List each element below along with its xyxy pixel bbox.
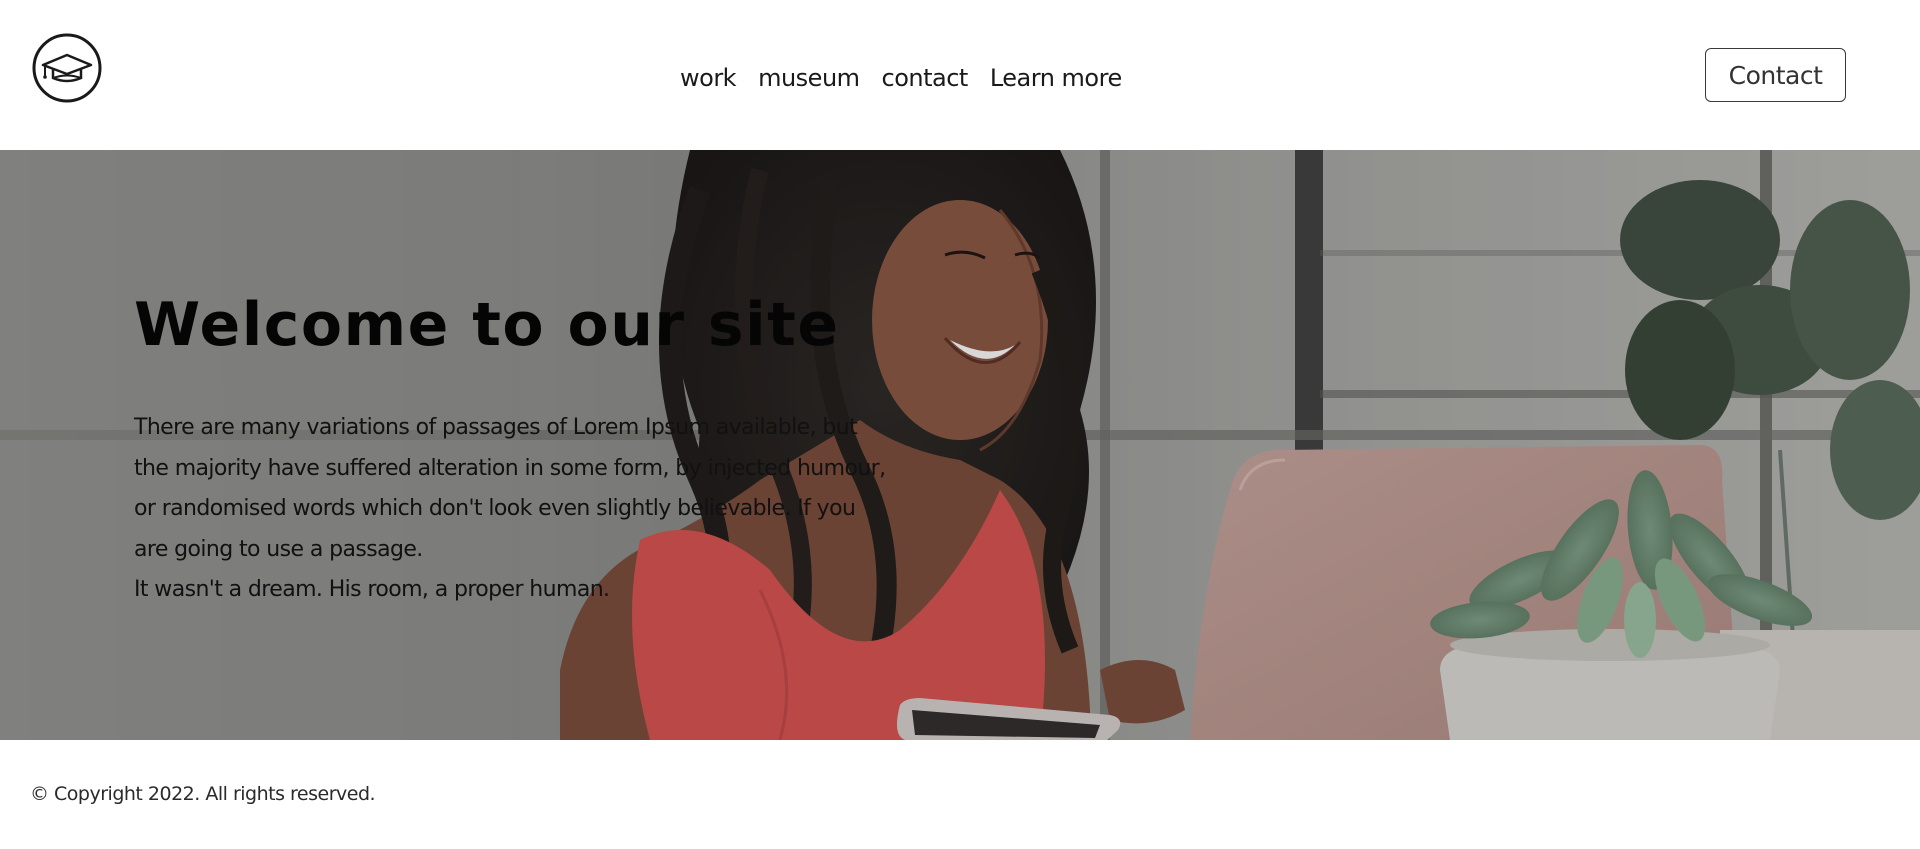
- nav-link-work[interactable]: work: [680, 64, 737, 92]
- site-footer: © Copyright 2022. All rights reserved.: [0, 740, 1920, 849]
- main-nav: work museum contact Learn more: [680, 58, 1122, 98]
- hero-description: There are many variations of passages of…: [134, 408, 894, 611]
- hero-paragraph: There are many variations of passages of…: [134, 415, 886, 562]
- graduation-cap-icon[interactable]: [31, 32, 103, 104]
- hero-subline: It wasn't a dream. His room, a proper hu…: [134, 577, 610, 602]
- hero-title: Welcome to our site: [134, 290, 840, 360]
- contact-button[interactable]: Contact: [1705, 48, 1846, 102]
- nav-link-museum[interactable]: museum: [758, 64, 860, 92]
- site-header: work museum contact Learn more Contact: [0, 0, 1920, 150]
- nav-link-contact[interactable]: contact: [882, 64, 969, 92]
- hero-section: Welcome to our site There are many varia…: [0, 150, 1920, 740]
- copyright-text: © Copyright 2022. All rights reserved.: [30, 783, 376, 805]
- nav-link-learn-more[interactable]: Learn more: [990, 64, 1122, 92]
